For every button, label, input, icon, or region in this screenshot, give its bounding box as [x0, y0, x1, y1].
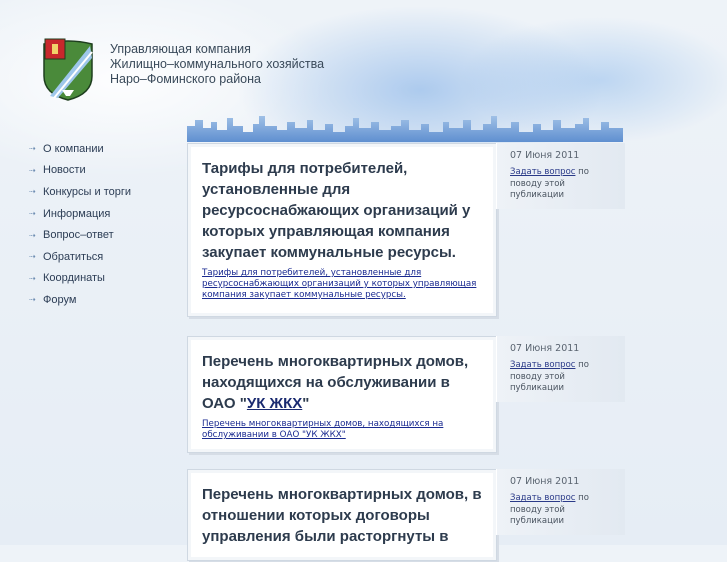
nav-item-label: Вопрос–ответ	[43, 229, 114, 242]
main-navigation: ⇢ О компании ⇢ Новости ⇢ Конкурсы и торги ⇢…	[29, 138, 179, 311]
nav-item-label: Новости	[43, 164, 86, 177]
nav-item-about[interactable]: ⇢ О компании	[29, 138, 179, 160]
article-title: Перечень многоквартирных домов, в отноше…	[202, 486, 482, 545]
article-title-link[interactable]: УК ЖКХ	[247, 395, 302, 412]
nav-arrow-icon: ⇢	[29, 252, 36, 262]
nav-item-label: Форум	[43, 293, 77, 306]
article-date: 07 Июня 2011	[510, 150, 580, 161]
nav-item-label: Конкурсы и торги	[43, 185, 131, 198]
nav-item-contact-us[interactable]: ⇢ Обратиться	[29, 246, 179, 268]
nav-arrow-icon: ⇢	[29, 144, 36, 154]
org-name-line-3: Наро–Фоминского района	[110, 72, 261, 86]
article-meta: 07 Июня 2011 Задать вопрос по поводу это…	[496, 143, 625, 209]
news-article: Тарифы для потребителей, установленные д…	[187, 143, 497, 317]
nav-arrow-icon: ⇢	[29, 165, 36, 175]
nav-item-label: Координаты	[43, 272, 105, 285]
nav-arrow-icon: ⇢	[29, 187, 36, 197]
article-date: 07 Июня 2011	[510, 476, 580, 487]
nav-item-faq[interactable]: ⇢ Вопрос–ответ	[29, 224, 179, 246]
nav-item-label: Обратиться	[43, 250, 104, 263]
ask-question-text: Задать вопрос по поводу этой публикации	[510, 493, 617, 528]
article-title: Тарифы для потребителей, установленные д…	[202, 160, 471, 261]
nav-item-news[interactable]: ⇢ Новости	[29, 160, 179, 182]
article-date: 07 Июня 2011	[510, 343, 580, 354]
nav-arrow-icon: ⇢	[29, 230, 36, 240]
news-article: Перечень многоквартирных домов, в отноше…	[187, 469, 497, 561]
city-skyline-decoration	[187, 116, 623, 142]
article-meta: 07 Июня 2011 Задать вопрос по поводу это…	[496, 336, 625, 402]
org-name-line-2: Жилищно–коммунального хозяйства	[110, 57, 325, 71]
nav-item-label: Информация	[43, 207, 111, 220]
nav-item-coordinates[interactable]: ⇢ Координаты	[29, 268, 179, 290]
nav-arrow-icon: ⇢	[29, 209, 36, 219]
nav-item-tenders[interactable]: ⇢ Конкурсы и торги	[29, 181, 179, 203]
article-title: Перечень многоквартирных домов, находящи…	[202, 351, 484, 414]
article-link[interactable]: Тарифы для потребителей, установленные д…	[202, 268, 484, 301]
coat-of-arms-icon[interactable]	[40, 36, 96, 102]
nav-arrow-icon: ⇢	[29, 295, 36, 305]
article-meta: 07 Июня 2011 Задать вопрос по поводу это…	[496, 469, 625, 535]
news-article: Перечень многоквартирных домов, находящи…	[187, 336, 497, 453]
ask-question-text: Задать вопрос по поводу этой публикации	[510, 167, 617, 202]
article-link[interactable]: Перечень многоквартирных домов, находящи…	[202, 419, 484, 441]
ask-question-link[interactable]: Задать вопрос	[510, 360, 575, 370]
ask-question-link[interactable]: Задать вопрос	[510, 167, 575, 177]
nav-item-forum[interactable]: ⇢ Форум	[29, 289, 179, 311]
nav-item-label: О компании	[43, 142, 104, 155]
org-name-line-1: Управляющая компания	[110, 42, 251, 56]
article-title-text: Перечень многоквартирных домов, находящи…	[202, 353, 469, 412]
ask-question-text: Задать вопрос по поводу этой публикации	[510, 360, 617, 395]
ask-question-link[interactable]: Задать вопрос	[510, 493, 575, 503]
nav-arrow-icon: ⇢	[29, 273, 36, 283]
nav-item-information[interactable]: ⇢ Информация	[29, 203, 179, 225]
organization-name: Управляющая компания Жилищно–коммунально…	[110, 42, 370, 87]
article-title-suffix: "	[302, 395, 310, 412]
